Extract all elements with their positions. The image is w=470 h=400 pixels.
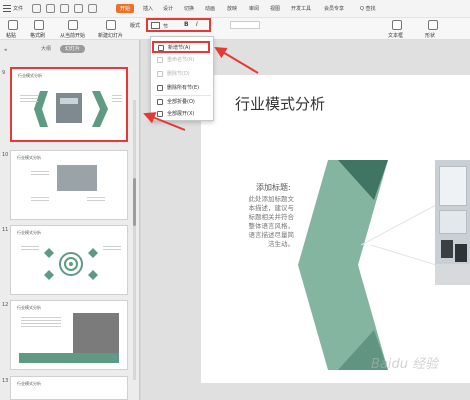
annotation-arrows: [143, 46, 259, 131]
